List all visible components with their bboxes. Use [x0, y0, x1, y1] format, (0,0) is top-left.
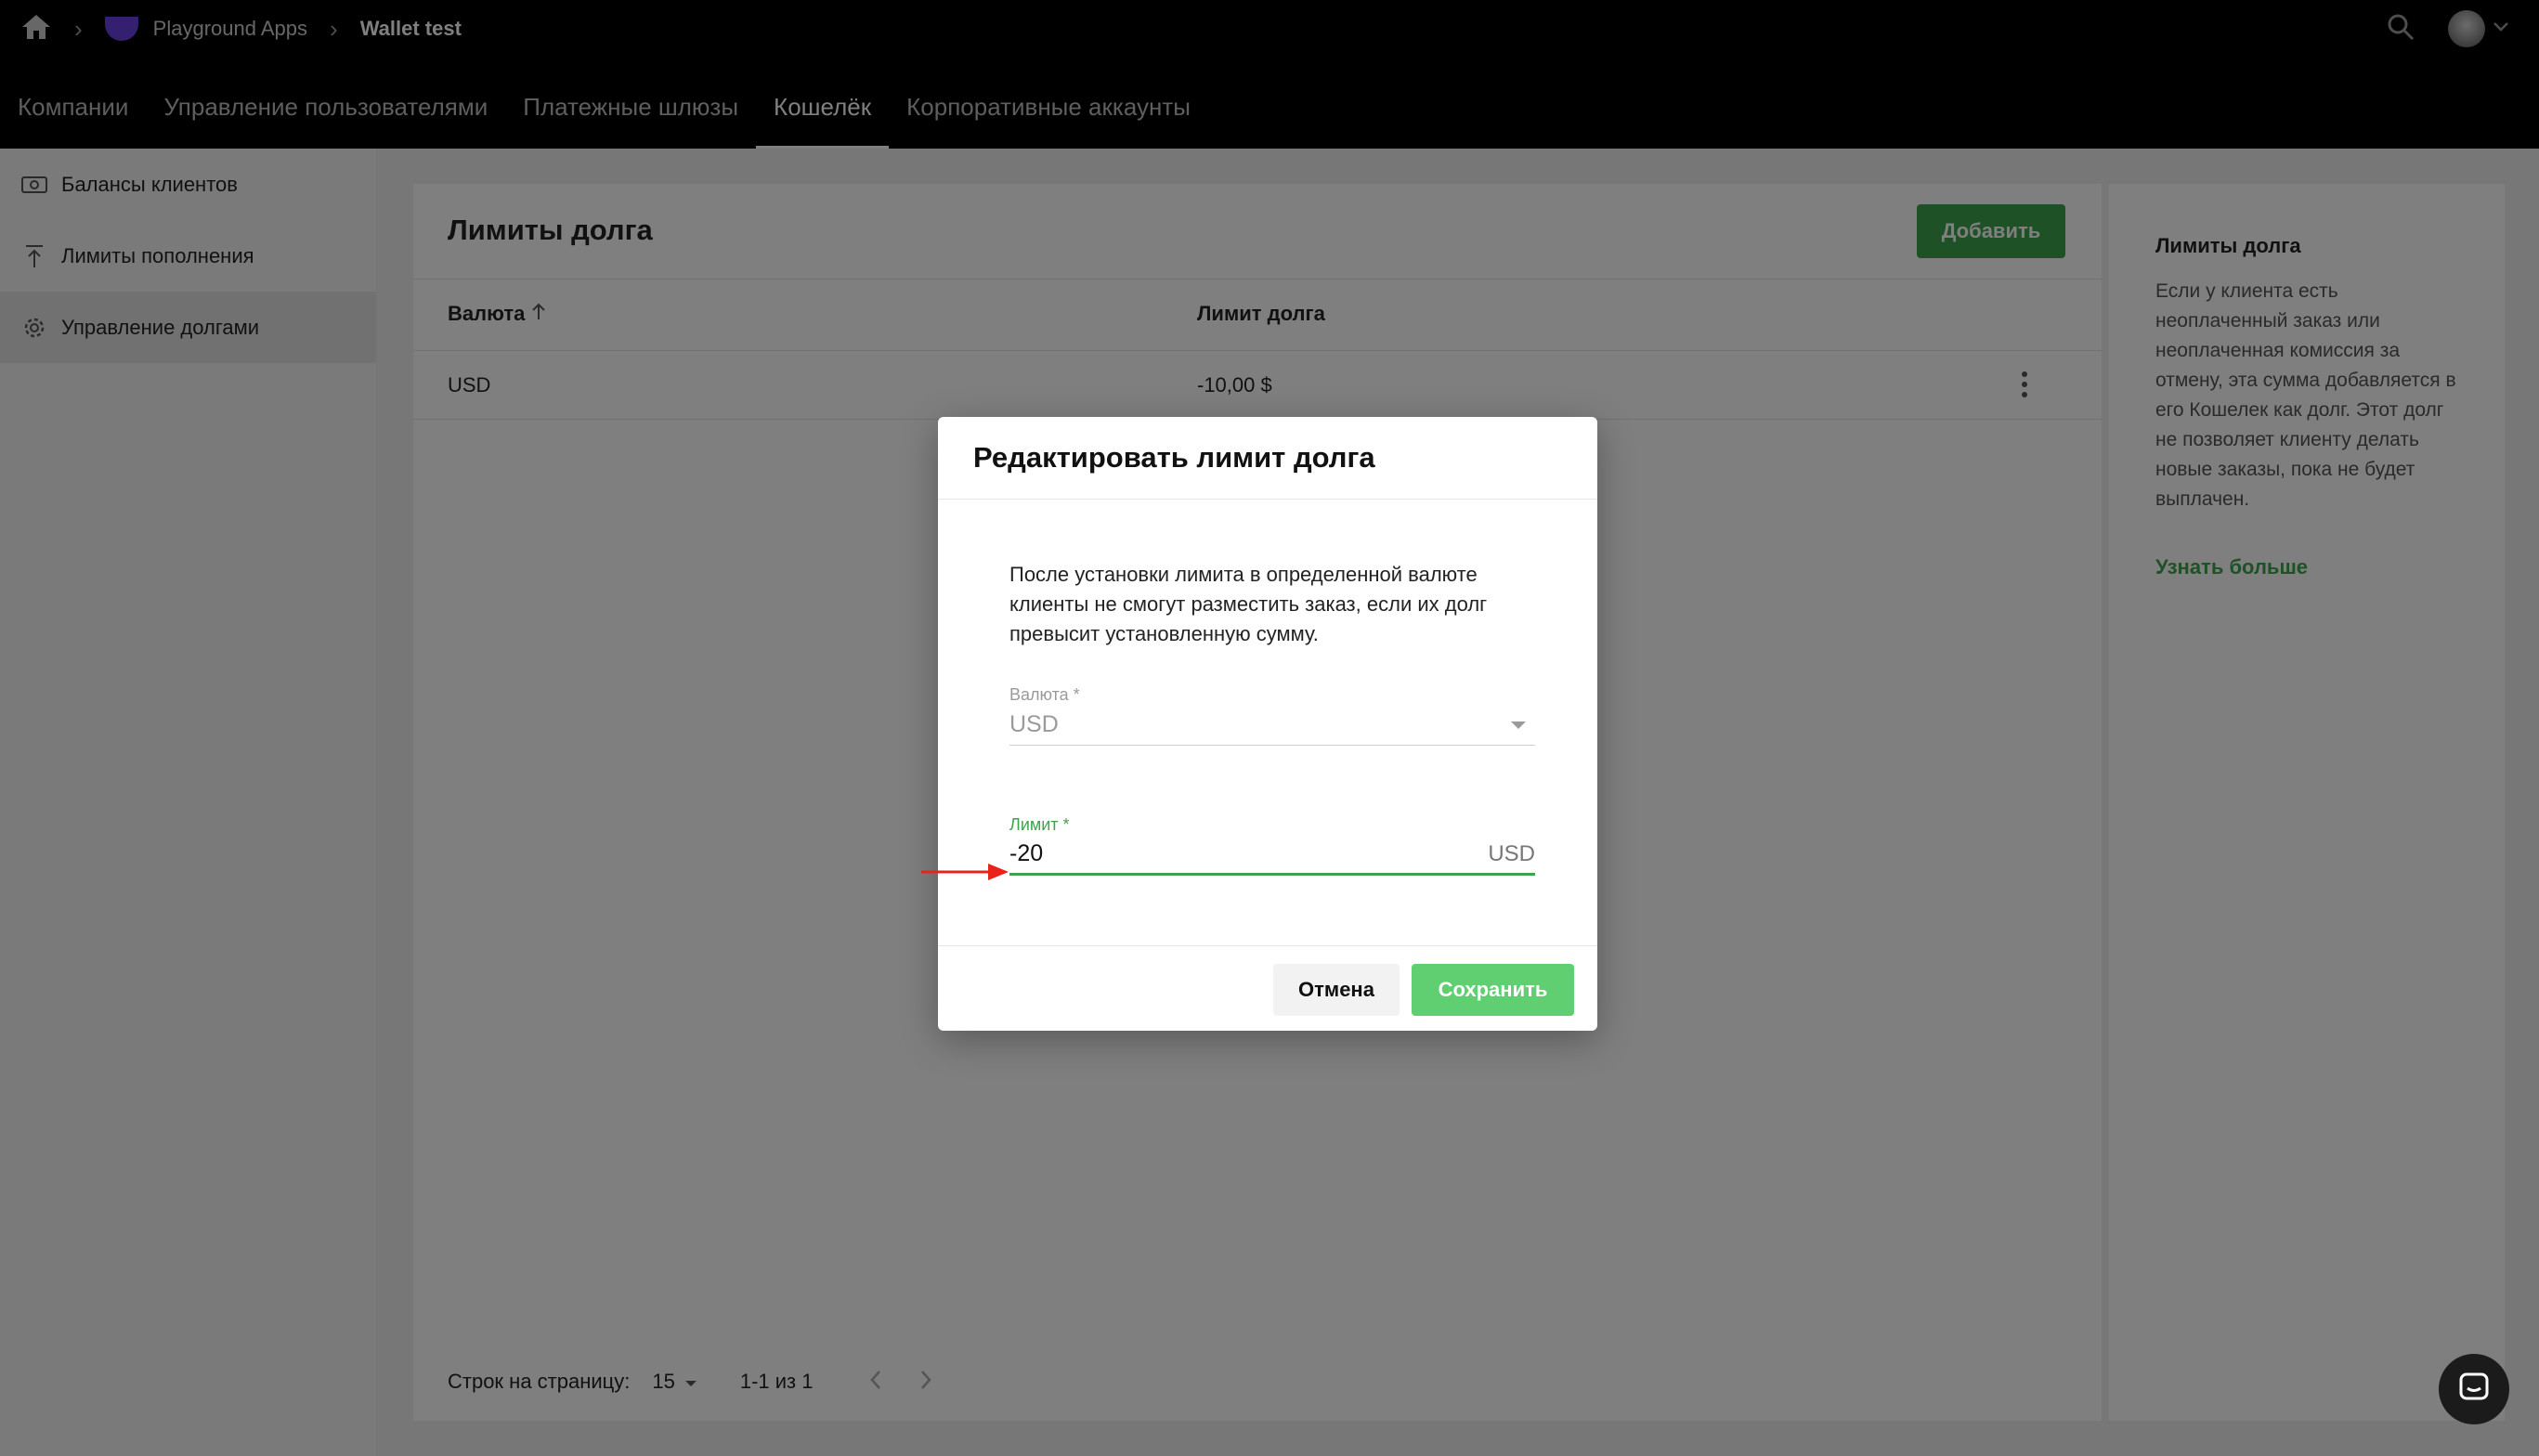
edit-debt-limit-dialog: Редактировать лимит долга После установк… [938, 417, 1597, 1031]
limit-value[interactable]: -20 [1009, 840, 1043, 867]
currency-field: Валюта * USD [1009, 685, 1535, 746]
cancel-button[interactable]: Отмена [1273, 964, 1400, 1016]
divider [938, 499, 1597, 500]
dialog-description: После установки лимита в определенной ва… [1009, 563, 1488, 645]
limit-input[interactable]: -20 USD [1009, 835, 1535, 876]
divider [938, 945, 1597, 946]
save-button[interactable]: Сохранить [1412, 964, 1574, 1016]
currency-label: Валюта * [1009, 685, 1080, 704]
currency-value: USD [1009, 711, 1059, 737]
chat-launcher-button[interactable] [2439, 1354, 2509, 1424]
caret-down-icon [1511, 721, 1526, 729]
annotation-arrow-icon [919, 860, 1012, 889]
limit-field: Лимит * -20 USD [1009, 815, 1535, 876]
limit-label: Лимит * [1009, 815, 1070, 834]
limit-unit: USD [1488, 840, 1535, 866]
dialog-title: Редактировать лимит долга [973, 441, 1375, 474]
chat-icon [2457, 1371, 2491, 1409]
currency-select: USD [1009, 705, 1535, 746]
